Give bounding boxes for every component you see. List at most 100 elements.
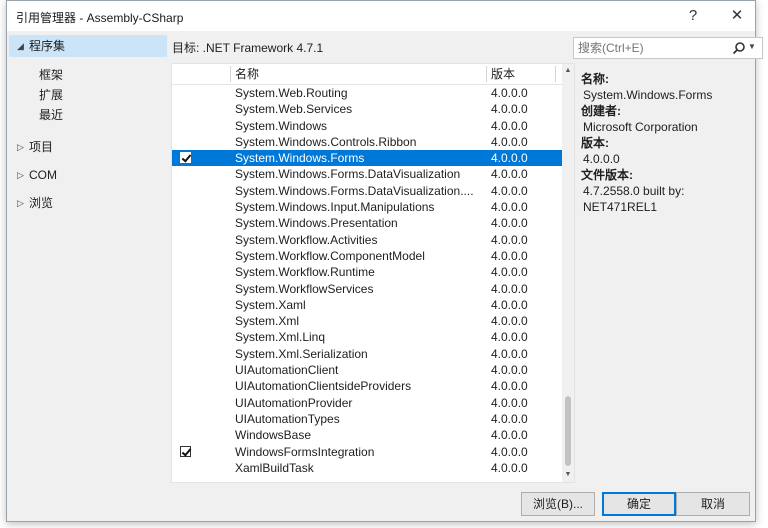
assembly-name: UIAutomationClient <box>235 363 339 378</box>
search-input[interactable] <box>578 40 724 56</box>
nav-browse[interactable]: ▷ 浏览 <box>9 192 167 214</box>
assembly-name: System.Web.Routing <box>235 86 348 100</box>
category-nav: ◢ 程序集 框架 扩展 最近 ▷ 项目 ▷ COM ▷ 浏览 <box>9 33 167 513</box>
nav-assemblies[interactable]: ◢ 程序集 <box>9 35 167 57</box>
table-row[interactable]: XamlBuildTask 4.0.0.0 <box>172 460 562 476</box>
nav-extensions[interactable]: 扩展 <box>39 85 63 105</box>
search-box[interactable]: ▼ <box>573 37 763 59</box>
table-row[interactable]: System.Windows.Forms.DataVisualization..… <box>172 183 562 199</box>
table-row[interactable]: WindowsBase 4.0.0.0 <box>172 427 562 443</box>
vertical-scrollbar[interactable]: ▲ ▼ <box>562 64 574 482</box>
ok-button[interactable]: 确定 <box>602 492 676 516</box>
window-title: 引用管理器 - Assembly-CSharp <box>16 11 184 25</box>
assembly-list: 名称 版本 System.Web.Routing 4.0.0.0 System.We… <box>171 63 575 483</box>
table-row[interactable]: UIAutomationProvider 4.0.0.0 <box>172 395 562 411</box>
assembly-version: 4.0.0.0 <box>491 297 528 312</box>
table-row[interactable]: System.Windows.Presentation 4.0.0.0 <box>172 215 562 231</box>
table-row[interactable]: UIAutomationClient 4.0.0.0 <box>172 362 562 378</box>
table-row[interactable]: System.Workflow.ComponentModel 4.0.0.0 <box>172 248 562 264</box>
collapsed-triangle-icon: ▷ <box>17 170 24 180</box>
reference-manager-dialog: 引用管理器 - Assembly-CSharp ? ✕ ◢ 程序集 框架 扩展 … <box>6 0 763 522</box>
assembly-name: UIAutomationClientsideProviders <box>235 379 412 394</box>
nav-projects[interactable]: ▷ 项目 <box>9 136 167 158</box>
table-row[interactable]: System.WorkflowServices 4.0.0.0 <box>172 281 562 297</box>
assembly-version: 4.0.0.0 <box>491 248 528 263</box>
assembly-name: System.Windows.Controls.Ribbon <box>235 134 417 149</box>
header-divider <box>230 66 231 82</box>
nav-framework[interactable]: 框架 <box>39 65 63 85</box>
detail-creator-value: Microsoft Corporation <box>583 120 698 134</box>
table-row[interactable]: System.Xml.Serialization 4.0.0.0 <box>172 346 562 362</box>
checkbox[interactable] <box>180 445 191 457</box>
assembly-version: 4.0.0.0 <box>491 346 528 361</box>
assembly-name: System.Workflow.Activities <box>235 232 378 247</box>
assembly-name: System.Xml.Linq <box>235 330 326 345</box>
assembly-name: WindowsFormsIntegration <box>235 444 375 459</box>
assembly-version: 4.0.0.0 <box>491 232 528 247</box>
checkbox[interactable] <box>180 152 191 164</box>
detail-file-version-line1: 4.7.2558.0 built by: <box>583 184 685 198</box>
detail-file-version-line2: NET471REL1 <box>583 200 658 214</box>
assembly-version: 4.0.0.0 <box>491 379 528 394</box>
table-row[interactable]: WindowsFormsIntegration 4.0.0.0 <box>172 444 562 460</box>
detail-version-value: 4.0.0.0 <box>583 152 620 166</box>
table-row[interactable]: System.Windows.Input.Manipulations 4.0.0.… <box>172 199 562 215</box>
search-icon[interactable] <box>732 41 746 55</box>
cancel-button[interactable]: 取消 <box>676 492 750 516</box>
detail-name-label: 名称: <box>581 72 609 86</box>
table-row[interactable]: System.Windows.Forms.DataVisualization 4.… <box>172 166 562 182</box>
header-divider <box>555 66 556 82</box>
assembly-version: 4.0.0.0 <box>491 216 528 231</box>
assembly-version: 4.0.0.0 <box>491 460 528 475</box>
help-button[interactable]: ? <box>679 5 707 27</box>
column-header-version[interactable]: 版本 <box>491 64 515 84</box>
assembly-name: System.Windows <box>235 118 328 133</box>
assembly-name: System.Windows.Presentation <box>235 216 398 231</box>
column-header-name[interactable]: 名称 <box>235 64 259 84</box>
assembly-version: 4.0.0.0 <box>491 265 528 280</box>
close-button[interactable]: ✕ <box>723 5 751 27</box>
assembly-name: UIAutomationTypes <box>235 411 340 426</box>
assembly-version: 4.0.0.0 <box>491 183 528 198</box>
scroll-up-icon[interactable]: ▲ <box>562 64 574 78</box>
assembly-name: System.Windows.Forms <box>235 151 365 166</box>
table-row[interactable]: System.Windows.Forms 4.0.0.0 <box>172 150 562 167</box>
assembly-name: System.Workflow.Runtime <box>235 265 375 280</box>
assembly-version: 4.0.0.0 <box>491 363 528 378</box>
assembly-version: 4.0.0.0 <box>491 118 528 133</box>
assembly-version: 4.0.0.0 <box>491 428 528 443</box>
assembly-version: 4.0.0.0 <box>491 102 528 117</box>
table-row[interactable]: System.Workflow.Activities 4.0.0.0 <box>172 232 562 248</box>
assembly-version: 4.0.0.0 <box>491 167 528 182</box>
assembly-version: 4.0.0.0 <box>491 411 528 426</box>
assembly-name: System.Xml.Serialization <box>235 346 368 361</box>
assembly-name: WindowsBase <box>235 428 312 443</box>
table-row[interactable]: UIAutomationClientsideProviders 4.0.0.0 <box>172 378 562 394</box>
nav-com[interactable]: ▷ COM <box>9 164 167 186</box>
table-row[interactable]: System.Windows 4.0.0.0 <box>172 118 562 134</box>
browse-button[interactable]: 浏览(B)... <box>521 492 595 516</box>
assembly-name: System.Windows.Forms.DataVisualization <box>235 167 461 182</box>
table-row[interactable]: System.Xaml 4.0.0.0 <box>172 297 562 313</box>
list-header: 名称 版本 <box>172 64 562 85</box>
table-row[interactable]: System.Workflow.Runtime 4.0.0.0 <box>172 264 562 280</box>
assembly-name: System.Windows.Input.Manipulations <box>235 200 435 215</box>
table-row[interactable]: System.Web.Services 4.0.0.0 <box>172 101 562 117</box>
assembly-version: 4.0.0.0 <box>491 314 528 329</box>
chevron-down-icon[interactable]: ▼ <box>748 42 756 51</box>
nav-recent[interactable]: 最近 <box>39 105 63 125</box>
assembly-version: 4.0.0.0 <box>491 330 528 345</box>
list-rows: System.Web.Routing 4.0.0.0 System.Web.Serv… <box>172 85 562 476</box>
collapsed-triangle-icon: ▷ <box>17 142 24 152</box>
table-row[interactable]: System.Xml 4.0.0.0 <box>172 313 562 329</box>
table-row[interactable]: System.Windows.Controls.Ribbon 4.0.0.0 <box>172 134 562 150</box>
scrollbar-thumb[interactable] <box>565 396 571 466</box>
collapsed-triangle-icon: ▷ <box>17 198 24 208</box>
table-row[interactable]: System.Xml.Linq 4.0.0.0 <box>172 329 562 345</box>
table-row[interactable]: System.Web.Routing 4.0.0.0 <box>172 85 562 101</box>
table-row[interactable]: UIAutomationTypes 4.0.0.0 <box>172 411 562 427</box>
scroll-down-icon[interactable]: ▼ <box>562 468 574 482</box>
target-framework-label: 目标: .NET Framework 4.7.1 <box>172 41 324 55</box>
assembly-name: System.Web.Services <box>235 102 353 117</box>
assembly-name: System.Workflow.ComponentModel <box>235 248 425 263</box>
